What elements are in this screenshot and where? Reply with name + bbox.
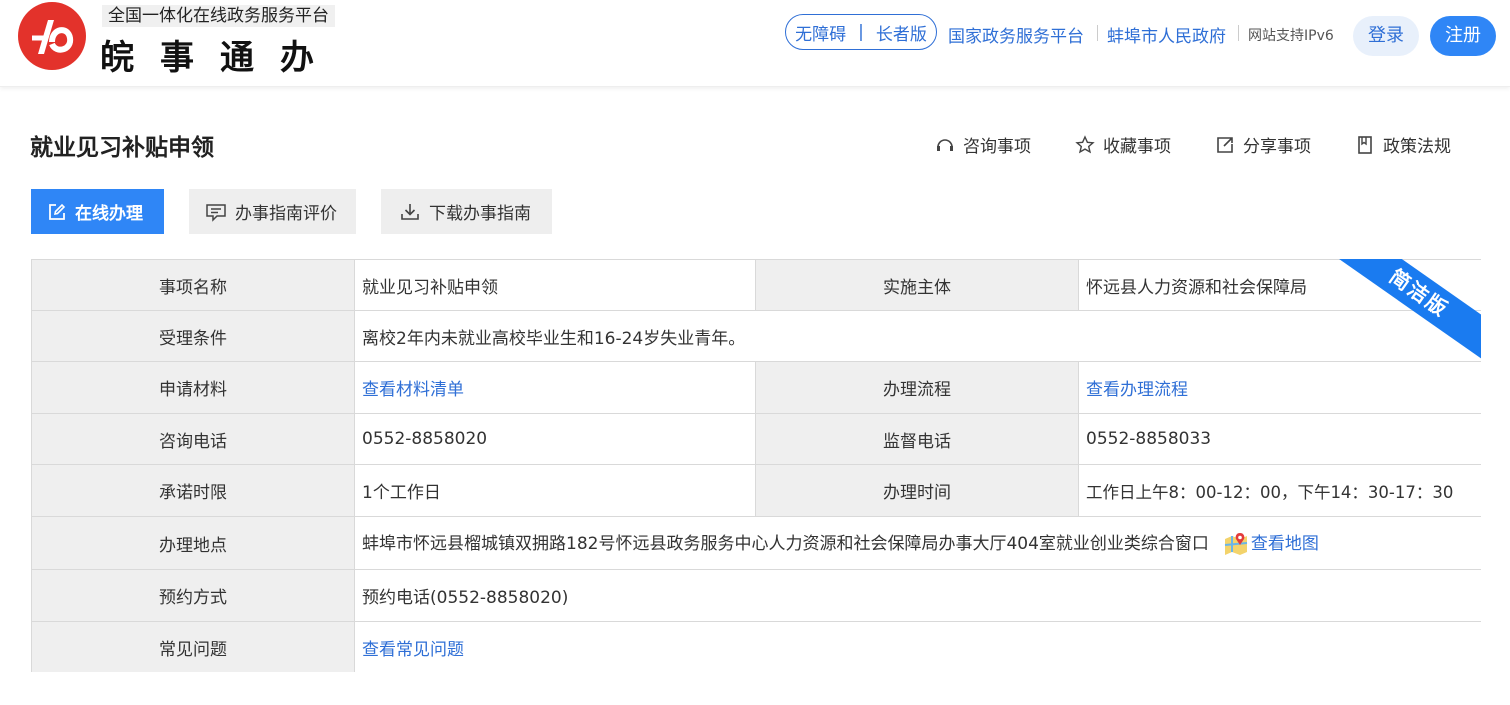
download-guide-label: 下载办事指南 bbox=[429, 204, 531, 224]
policy-label: 政策法规 bbox=[1383, 137, 1451, 157]
download-guide-button[interactable]: 下载办事指南 bbox=[381, 189, 552, 234]
favorite-action[interactable]: 收藏事项 bbox=[1075, 132, 1171, 157]
star-icon bbox=[1075, 134, 1095, 153]
evaluate-guide-label: 办事指南评价 bbox=[235, 204, 337, 224]
table-row: 预约方式 预约电话(0552-8858020) bbox=[31, 569, 1481, 622]
brand-name: 皖事通办 bbox=[100, 38, 340, 78]
appointment-label: 预约方式 bbox=[31, 569, 355, 622]
site-header: 全国一体化在线政务服务平台 皖事通办 无障碍 | 长者版 国家政务服务平台 蚌埠… bbox=[0, 0, 1510, 87]
view-map-link[interactable]: 查看地图 bbox=[1251, 534, 1319, 554]
consult-action[interactable]: 咨询事项 bbox=[935, 132, 1031, 157]
page-title: 就业见习补贴申领 bbox=[30, 135, 214, 161]
divider: | bbox=[858, 22, 864, 42]
register-button[interactable]: 注册 bbox=[1430, 16, 1496, 56]
favorite-label: 收藏事项 bbox=[1103, 137, 1171, 157]
download-icon bbox=[401, 203, 419, 220]
map-icon[interactable] bbox=[1223, 531, 1249, 557]
policy-action[interactable]: 政策法规 bbox=[1355, 132, 1451, 157]
table-row: 事项名称 就业见习补贴申领 实施主体 怀远县人力资源和社会保障局 bbox=[31, 259, 1481, 311]
time-limit-value: 1个工作日 bbox=[354, 464, 756, 517]
consult-label: 咨询事项 bbox=[963, 137, 1031, 157]
table-row: 申请材料 查看材料清单 办理流程 查看办理流程 bbox=[31, 361, 1481, 414]
online-apply-button[interactable]: 在线办理 bbox=[31, 189, 164, 234]
share-label: 分享事项 bbox=[1243, 137, 1311, 157]
location-label: 办理地点 bbox=[31, 516, 355, 570]
item-name-value: 就业见习补贴申领 bbox=[354, 259, 756, 311]
table-row: 常见问题 查看常见问题 bbox=[31, 621, 1481, 672]
materials-label: 申请材料 bbox=[31, 361, 355, 414]
location-value: 蚌埠市怀远县榴城镇双拥路182号怀远县政务服务中心人力资源和社会保障局办事大厅4… bbox=[362, 534, 1209, 554]
office-hours-label: 办理时间 bbox=[755, 464, 1079, 517]
accessibility-link[interactable]: 无障碍 bbox=[795, 20, 846, 45]
divider bbox=[1097, 25, 1098, 41]
city-government-link[interactable]: 蚌埠市人民政府 bbox=[1107, 22, 1226, 47]
item-detail-table: 事项名称 就业见习补贴申领 实施主体 怀远县人力资源和社会保障局 受理条件 离校… bbox=[31, 259, 1481, 672]
table-row: 受理条件 离校2年内未就业高校毕业生和16-24岁失业青年。 bbox=[31, 310, 1481, 362]
comment-icon bbox=[206, 203, 226, 222]
process-label: 办理流程 bbox=[755, 361, 1079, 414]
consult-phone-label: 咨询电话 bbox=[31, 413, 355, 465]
share-action[interactable]: 分享事项 bbox=[1215, 132, 1311, 157]
process-link[interactable]: 查看办理流程 bbox=[1086, 380, 1188, 400]
document-icon bbox=[1358, 135, 1372, 154]
condition-label: 受理条件 bbox=[31, 310, 355, 362]
consult-phone-value: 0552-8858020 bbox=[354, 413, 756, 465]
time-limit-label: 承诺时限 bbox=[31, 464, 355, 517]
faq-link[interactable]: 查看常见问题 bbox=[362, 640, 464, 660]
faq-label: 常见问题 bbox=[31, 621, 355, 672]
table-row: 办理地点 蚌埠市怀远县榴城镇双拥路182号怀远县政务服务中心人力资源和社会保障局… bbox=[31, 516, 1481, 570]
online-apply-label: 在线办理 bbox=[75, 204, 143, 224]
supervise-phone-label: 监督电话 bbox=[755, 413, 1079, 465]
elder-mode-link[interactable]: 长者版 bbox=[876, 20, 927, 45]
faq-cell: 查看常见问题 bbox=[354, 621, 1481, 672]
materials-cell: 查看材料清单 bbox=[354, 361, 756, 414]
edit-icon bbox=[49, 203, 66, 220]
site-logo-icon[interactable] bbox=[18, 2, 86, 70]
evaluate-guide-button[interactable]: 办事指南评价 bbox=[189, 189, 356, 234]
item-name-label: 事项名称 bbox=[31, 259, 355, 311]
national-platform-link[interactable]: 国家政务服务平台 bbox=[948, 22, 1084, 47]
ipv6-notice: 网站支持IPv6 bbox=[1248, 28, 1334, 44]
supervise-phone-value: 0552-8858033 bbox=[1078, 413, 1481, 465]
office-hours-value: 工作日上午8：00-12：00，下午14：30-17：30 bbox=[1078, 464, 1481, 517]
headset-icon bbox=[937, 138, 953, 151]
platform-tagline: 全国一体化在线政务服务平台 bbox=[102, 5, 335, 27]
share-icon bbox=[1217, 136, 1233, 153]
table-row: 咨询电话 0552-8858020 监督电话 0552-8858033 bbox=[31, 413, 1481, 465]
login-button[interactable]: 登录 bbox=[1353, 16, 1419, 56]
divider bbox=[1238, 25, 1239, 41]
condition-value: 离校2年内未就业高校毕业生和16-24岁失业青年。 bbox=[354, 310, 1481, 362]
location-cell: 蚌埠市怀远县榴城镇双拥路182号怀远县政务服务中心人力资源和社会保障局办事大厅4… bbox=[354, 516, 1481, 570]
accessibility-pill: 无障碍 | 长者版 bbox=[785, 14, 937, 50]
appointment-value: 预约电话(0552-8858020) bbox=[354, 569, 1481, 622]
table-row: 承诺时限 1个工作日 办理时间 工作日上午8：00-12：00，下午14：30-… bbox=[31, 464, 1481, 517]
process-cell: 查看办理流程 bbox=[1078, 361, 1481, 414]
org-label: 实施主体 bbox=[755, 259, 1079, 311]
materials-link[interactable]: 查看材料清单 bbox=[362, 380, 464, 400]
